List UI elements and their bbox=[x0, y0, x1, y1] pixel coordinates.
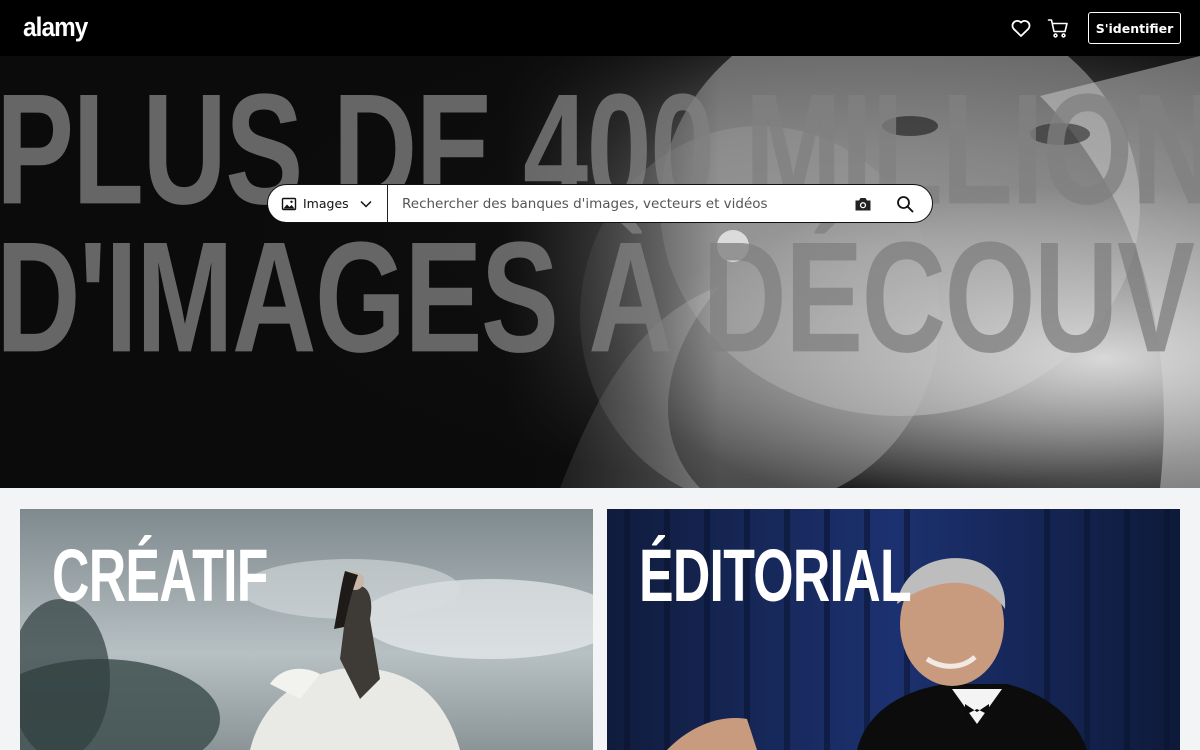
hero-headline-line-2: D'IMAGES À DÉCOUVRIR bbox=[0, 208, 1200, 385]
creative-card-title: CRÉATIF bbox=[52, 534, 268, 617]
search-icon bbox=[897, 195, 914, 212]
creative-category-card[interactable]: CRÉATIF bbox=[20, 509, 593, 750]
image-icon bbox=[281, 197, 297, 210]
editorial-card-title: ÉDITORIAL bbox=[639, 534, 912, 617]
search-type-dropdown[interactable]: Images bbox=[268, 185, 388, 222]
cart-icon[interactable] bbox=[1046, 16, 1070, 40]
editorial-category-card[interactable]: ÉDITORIAL bbox=[607, 509, 1180, 750]
sign-in-button[interactable]: S'identifier bbox=[1088, 12, 1181, 44]
alamy-logo[interactable]: alamy bbox=[23, 12, 88, 42]
search-submit-button[interactable] bbox=[884, 185, 926, 222]
search-input[interactable] bbox=[388, 185, 842, 222]
heart-icon[interactable] bbox=[1009, 16, 1033, 40]
search-bar: Images bbox=[267, 184, 933, 223]
search-type-label: Images bbox=[303, 196, 349, 211]
hero-banner: PLUS DE 400 MILLIONS D'IMAGES À DÉCOUVRI… bbox=[0, 56, 1200, 488]
top-navigation-bar: alamy S'identifier bbox=[0, 0, 1200, 56]
chevron-down-icon bbox=[360, 200, 372, 208]
camera-icon bbox=[855, 197, 871, 210]
camera-search-button[interactable] bbox=[842, 185, 884, 222]
